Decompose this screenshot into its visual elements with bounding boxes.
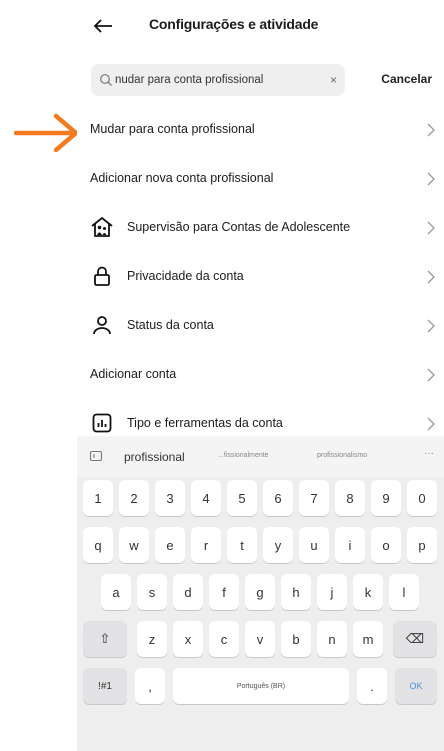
header: Configurações e atividade <box>77 0 444 50</box>
key-n[interactable]: n <box>317 621 347 657</box>
key-8[interactable]: 8 <box>335 480 365 516</box>
period-key[interactable]: . <box>357 668 387 704</box>
key-5[interactable]: 5 <box>227 480 257 516</box>
settings-search-screen: Configurações e atividade × Cancelar Mud… <box>77 0 444 751</box>
key-j[interactable]: j <box>317 574 347 610</box>
more-suggestions-icon[interactable]: ··· <box>424 448 434 459</box>
ok-key[interactable]: OK <box>395 668 437 704</box>
result-account-status[interactable]: Status da conta <box>77 301 444 350</box>
chart-icon <box>92 413 112 433</box>
result-switch-to-professional[interactable]: Mudar para conta profissional <box>77 105 444 154</box>
keyboard-suggestion-bar: profissional ...fissionalmente profissio… <box>77 436 444 478</box>
search-results-list: Mudar para conta profissional Adicionar … <box>77 105 444 448</box>
result-label: Adicionar nova conta profissional <box>90 171 274 185</box>
chevron-right-icon <box>427 123 435 137</box>
key-p[interactable]: p <box>407 527 437 563</box>
key-o[interactable]: o <box>371 527 401 563</box>
chevron-right-icon <box>427 221 435 235</box>
cancel-button[interactable]: Cancelar <box>381 72 432 86</box>
key-d[interactable]: d <box>173 574 203 610</box>
result-label: Status da conta <box>127 318 214 332</box>
lock-icon <box>94 266 110 286</box>
space-key[interactable]: Português (BR) <box>173 668 349 704</box>
key-f[interactable]: f <box>209 574 239 610</box>
result-account-privacy[interactable]: Privacidade da conta <box>77 252 444 301</box>
result-label: Mudar para conta profissional <box>90 122 255 136</box>
key-h[interactable]: h <box>281 574 311 610</box>
suggestion-third[interactable]: profissionalismo <box>317 452 367 459</box>
key-a[interactable]: a <box>101 574 131 610</box>
key-x[interactable]: x <box>173 621 203 657</box>
chevron-right-icon <box>427 172 435 186</box>
key-6[interactable]: 6 <box>263 480 293 516</box>
key-e[interactable]: e <box>155 527 185 563</box>
chevron-right-icon <box>427 319 435 333</box>
key-y[interactable]: y <box>263 527 293 563</box>
key-l[interactable]: l <box>389 574 419 610</box>
key-q[interactable]: q <box>83 527 113 563</box>
annotation-arrow-icon <box>14 113 79 153</box>
result-label: Tipo e ferramentas da conta <box>127 416 283 430</box>
chevron-right-icon <box>427 417 435 431</box>
search-row: × Cancelar <box>77 64 444 98</box>
result-add-professional[interactable]: Adicionar nova conta profissional <box>77 154 444 203</box>
key-7[interactable]: 7 <box>299 480 329 516</box>
key-u[interactable]: u <box>299 527 329 563</box>
key-i[interactable]: i <box>335 527 365 563</box>
key-b[interactable]: b <box>281 621 311 657</box>
search-input[interactable] <box>115 71 320 89</box>
arrow-left-icon[interactable] <box>91 14 115 38</box>
suggestion-second[interactable]: ...fissionalmente <box>218 452 269 459</box>
result-add-account[interactable]: Adicionar conta <box>77 350 444 399</box>
shift-key[interactable]: ⇧ <box>83 621 127 657</box>
key-2[interactable]: 2 <box>119 480 149 516</box>
key-g[interactable]: g <box>245 574 275 610</box>
chevron-right-icon <box>427 270 435 284</box>
key-0[interactable]: 0 <box>407 480 437 516</box>
result-teen-supervision[interactable]: Supervisão para Contas de Adolescente <box>77 203 444 252</box>
clear-search-icon[interactable]: × <box>330 72 337 88</box>
result-label: Supervisão para Contas de Adolescente <box>127 220 351 234</box>
result-label: Privacidade da conta <box>127 269 244 283</box>
key-3[interactable]: 3 <box>155 480 185 516</box>
key-t[interactable]: t <box>227 527 257 563</box>
key-s[interactable]: s <box>137 574 167 610</box>
person-icon <box>93 316 111 335</box>
key-1[interactable]: 1 <box>83 480 113 516</box>
search-box[interactable]: × <box>91 64 345 96</box>
key-m[interactable]: m <box>353 621 383 657</box>
comma-key[interactable]: , <box>135 668 165 704</box>
family-home-icon <box>91 216 113 237</box>
suggestion-primary[interactable]: profissional <box>124 450 185 464</box>
result-label: Adicionar conta <box>90 367 177 381</box>
key-9[interactable]: 9 <box>371 480 401 516</box>
key-w[interactable]: w <box>119 527 149 563</box>
symbols-key[interactable]: !#1 <box>83 668 127 704</box>
key-k[interactable]: k <box>353 574 383 610</box>
key-c[interactable]: c <box>209 621 239 657</box>
page-title: Configurações e atividade <box>149 16 319 32</box>
key-4[interactable]: 4 <box>191 480 221 516</box>
key-z[interactable]: z <box>137 621 167 657</box>
chevron-right-icon <box>427 368 435 382</box>
backspace-key[interactable]: ⌫ <box>393 621 437 657</box>
key-v[interactable]: v <box>245 621 275 657</box>
search-icon <box>100 74 112 86</box>
clipboard-icon[interactable] <box>89 449 103 463</box>
key-r[interactable]: r <box>191 527 221 563</box>
